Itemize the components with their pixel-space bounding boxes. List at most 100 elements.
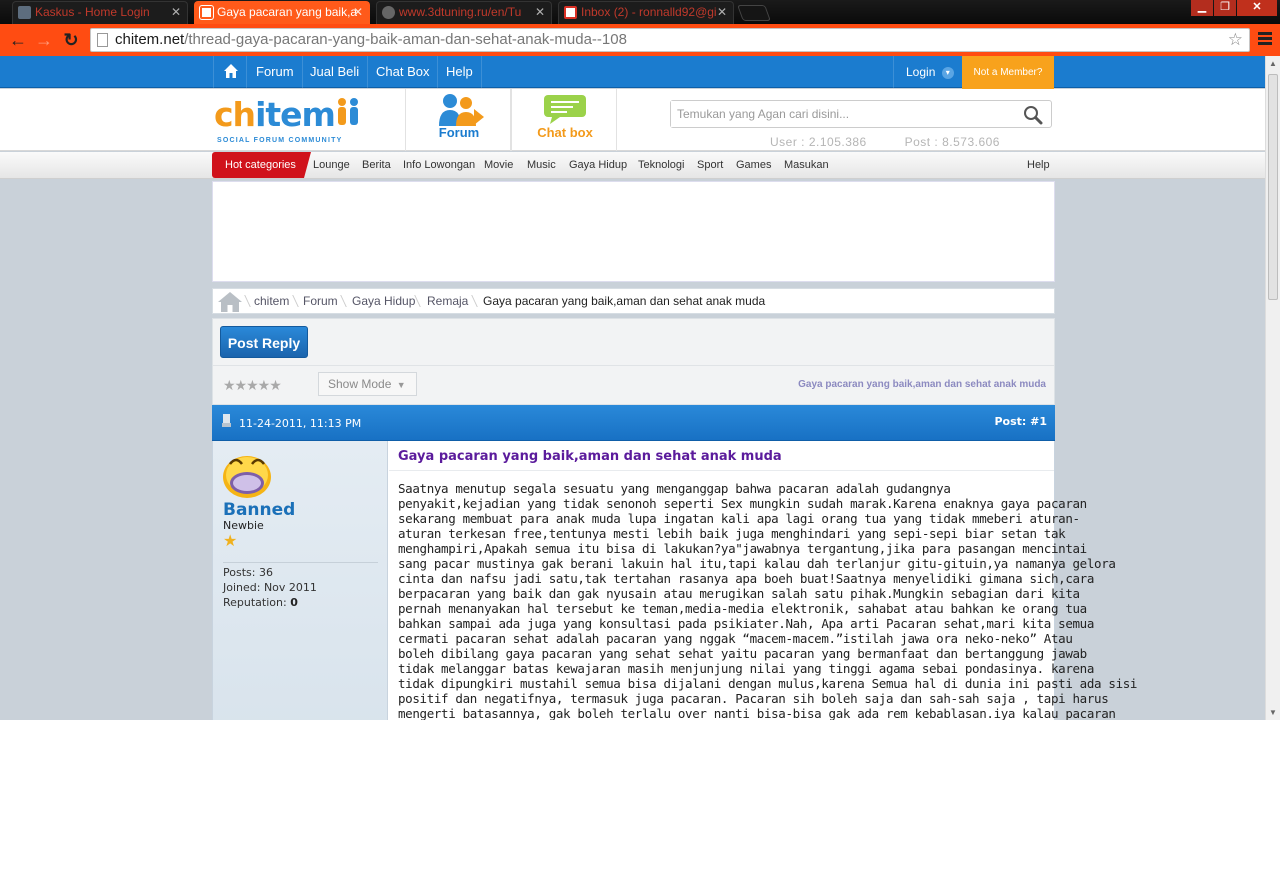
post-content: Gaya pacaran yang baik,aman dan sehat an… [389,441,1137,720]
minimize-button[interactable]: ▁ [1191,0,1213,16]
reputation-value: 0 [290,596,298,609]
post-text-line: pernah menanyakan hal tersebut ke teman,… [398,601,1087,616]
logo-word-a: ch [214,95,256,134]
thread-tools: Post Reply ★★★★★ Show Mode ▼ Gaya pacara… [212,318,1055,405]
category-sport[interactable]: Sport [697,152,723,178]
reload-icon[interactable]: ↻ [61,30,81,50]
breadcrumb-remaja[interactable]: Remaja [427,289,468,313]
post-reply-button[interactable]: Post Reply [220,326,308,358]
chat-hub-button[interactable]: Chat box [511,89,617,151]
close-window-button[interactable]: ✕ [1237,0,1277,16]
post-body: Banned Newbie ★ Posts: 36 Joined: Nov 20… [212,441,1137,720]
tab-kaskus[interactable]: Kaskus - Home Login ✕ [12,1,188,24]
category-games[interactable]: Games [736,152,771,178]
chevron-down-icon: ▾ [941,66,954,79]
site-nav-bar: Forum Jual Beli Chat Box Help Login ▾ No… [0,56,1265,95]
3dtuning-favicon-icon [382,6,395,19]
address-bar[interactable]: chitem.net/thread-gaya-pacaran-yang-baik… [90,28,1250,52]
vertical-scrollbar[interactable]: ▲ ▼ [1265,56,1280,720]
login-label: Login [906,65,936,79]
user-info-panel: Banned Newbie ★ Posts: 36 Joined: Nov 20… [213,441,388,720]
breadcrumb-current: Gaya pacaran yang baik,aman dan sehat an… [483,294,766,308]
category-masukan[interactable]: Masukan [784,152,829,178]
browser-menu-icon[interactable] [1258,32,1272,48]
breadcrumb-chitem[interactable]: chitem [254,289,289,313]
user-info-divider [223,562,378,563]
nav-jual-beli[interactable]: Jual Beli [302,56,369,88]
category-teknologi[interactable]: Teknologi [638,152,684,178]
home-button[interactable] [213,56,247,88]
breadcrumb-forum[interactable]: Forum [303,289,338,313]
tab-3dtuning[interactable]: www.3dtuning.ru/en/Tu ✕ [376,1,552,24]
search-box [670,100,1052,128]
post-text-line: sang pacar mustinya gak berani lakuin ha… [398,556,1116,571]
post-text-line: bahkan sampai ada juga yang konsultasi p… [398,616,1095,631]
thread-title-link[interactable]: Gaya pacaran yang baik,aman dan sehat an… [798,379,1046,390]
user-reputation: Reputation: 0 [223,596,298,609]
tools-divider [213,365,1054,366]
tab-close-icon[interactable]: ✕ [171,2,181,23]
post-text-line: cermati pacaran sehat adalah pacaran yan… [398,631,1073,646]
search-icon[interactable] [1023,105,1043,125]
search-input[interactable] [671,101,1011,127]
url-path: /thread-gaya-pacaran-yang-baik-aman-dan-… [184,31,627,48]
post-status-icon [222,414,231,427]
breadcrumb-gaya-hidup[interactable]: Gaya Hidup [352,289,415,313]
gmail-favicon-icon [564,6,577,19]
post-text-line: aturan terkesan free,tentunya mesti lebi… [398,526,1066,541]
site-header: chitem SOCIAL FORUM COMMUNITY Forum Chat… [0,89,1265,151]
category-help[interactable]: Help [1027,152,1050,178]
back-arrow-icon[interactable]: ← [8,30,28,50]
new-tab-button[interactable] [737,5,771,21]
post-header: 11-24-2011, 11:13 PM Post: #1 [212,405,1055,441]
not-a-member-button[interactable]: Not a Member? [962,56,1054,95]
breadcrumb: chitem Forum Gaya Hidup Remaja Gaya paca… [212,288,1055,314]
avatar[interactable] [222,450,272,500]
user-joined: Joined: Nov 2011 [223,581,317,594]
home-icon [224,64,238,78]
forum-hub-button[interactable]: Forum [405,89,511,151]
nav-help[interactable]: Help [438,56,482,88]
category-lounge[interactable]: Lounge [313,152,350,178]
show-mode-dropdown[interactable]: Show Mode ▼ [318,372,417,396]
login-button[interactable]: Login ▾ [893,56,966,88]
tab-gmail[interactable]: Inbox (2) - ronnalld92@gi ✕ [558,1,734,24]
logo-word-b: item [255,95,336,134]
post-text-line: Saatnya menutup segala sesuatu yang meng… [398,481,951,496]
scroll-down-icon[interactable]: ▼ [1269,708,1277,717]
nav-forum[interactable]: Forum [248,56,303,88]
tab-close-icon[interactable]: ✕ [353,2,363,23]
tab-close-icon[interactable]: ✕ [535,2,545,23]
post-text-line: mengerti batasannya, gak boleh terlalu o… [398,706,1116,720]
nav-chat-box[interactable]: Chat Box [368,56,439,88]
thread-rating-stars[interactable]: ★★★★★ [223,377,282,394]
site-stats: User : 2.105.386 Post : 8.573.606 [770,135,1034,149]
user-posts: Posts: 36 [223,566,273,579]
tab-title: Inbox (2) - ronnalld92@gi [581,5,717,19]
scroll-up-icon[interactable]: ▲ [1269,59,1277,68]
category-music[interactable]: Music [527,152,556,178]
category-info-lowongan[interactable]: Info Lowongan [403,152,475,178]
tab-title: Kaskus - Home Login [35,5,150,19]
forward-arrow-icon[interactable]: → [34,30,54,50]
chitem-favicon-icon [200,6,213,19]
tab-strip: Kaskus - Home Login ✕ Gaya pacaran yang … [0,0,1280,24]
tab-close-icon[interactable]: ✕ [717,2,727,23]
kaskus-favicon-icon [18,6,31,19]
tab-chitem[interactable]: Gaya pacaran yang baik,aman ✕ [194,1,370,24]
maximize-button[interactable]: ❐ [1214,0,1236,16]
category-movie[interactable]: Movie [484,152,513,178]
post-text: Saatnya menutup segala sesuatu yang meng… [398,481,1137,720]
category-gaya-hidup[interactable]: Gaya Hidup [569,152,627,178]
post-number-link[interactable]: Post: #1 [994,415,1047,428]
post-text-line: penyakit,kejadian yang tidak senonoh sep… [398,496,1087,511]
post-text-line: boleh dibilang gaya pacaran yang sehat s… [398,646,1087,661]
post-text-line: positif dan negatifnya, termasuk juga pa… [398,691,1109,706]
bookmark-star-icon[interactable]: ☆ [1228,29,1243,51]
post-text-line: cinta dan nafsu jadi satu,tak tertahan r… [398,571,1095,586]
hot-categories-button[interactable]: Hot categories [212,152,311,178]
username[interactable]: Banned [223,500,295,520]
category-berita[interactable]: Berita [362,152,391,178]
browser-window: Kaskus - Home Login ✕ Gaya pacaran yang … [0,0,1280,720]
scrollbar-thumb[interactable] [1268,74,1278,300]
